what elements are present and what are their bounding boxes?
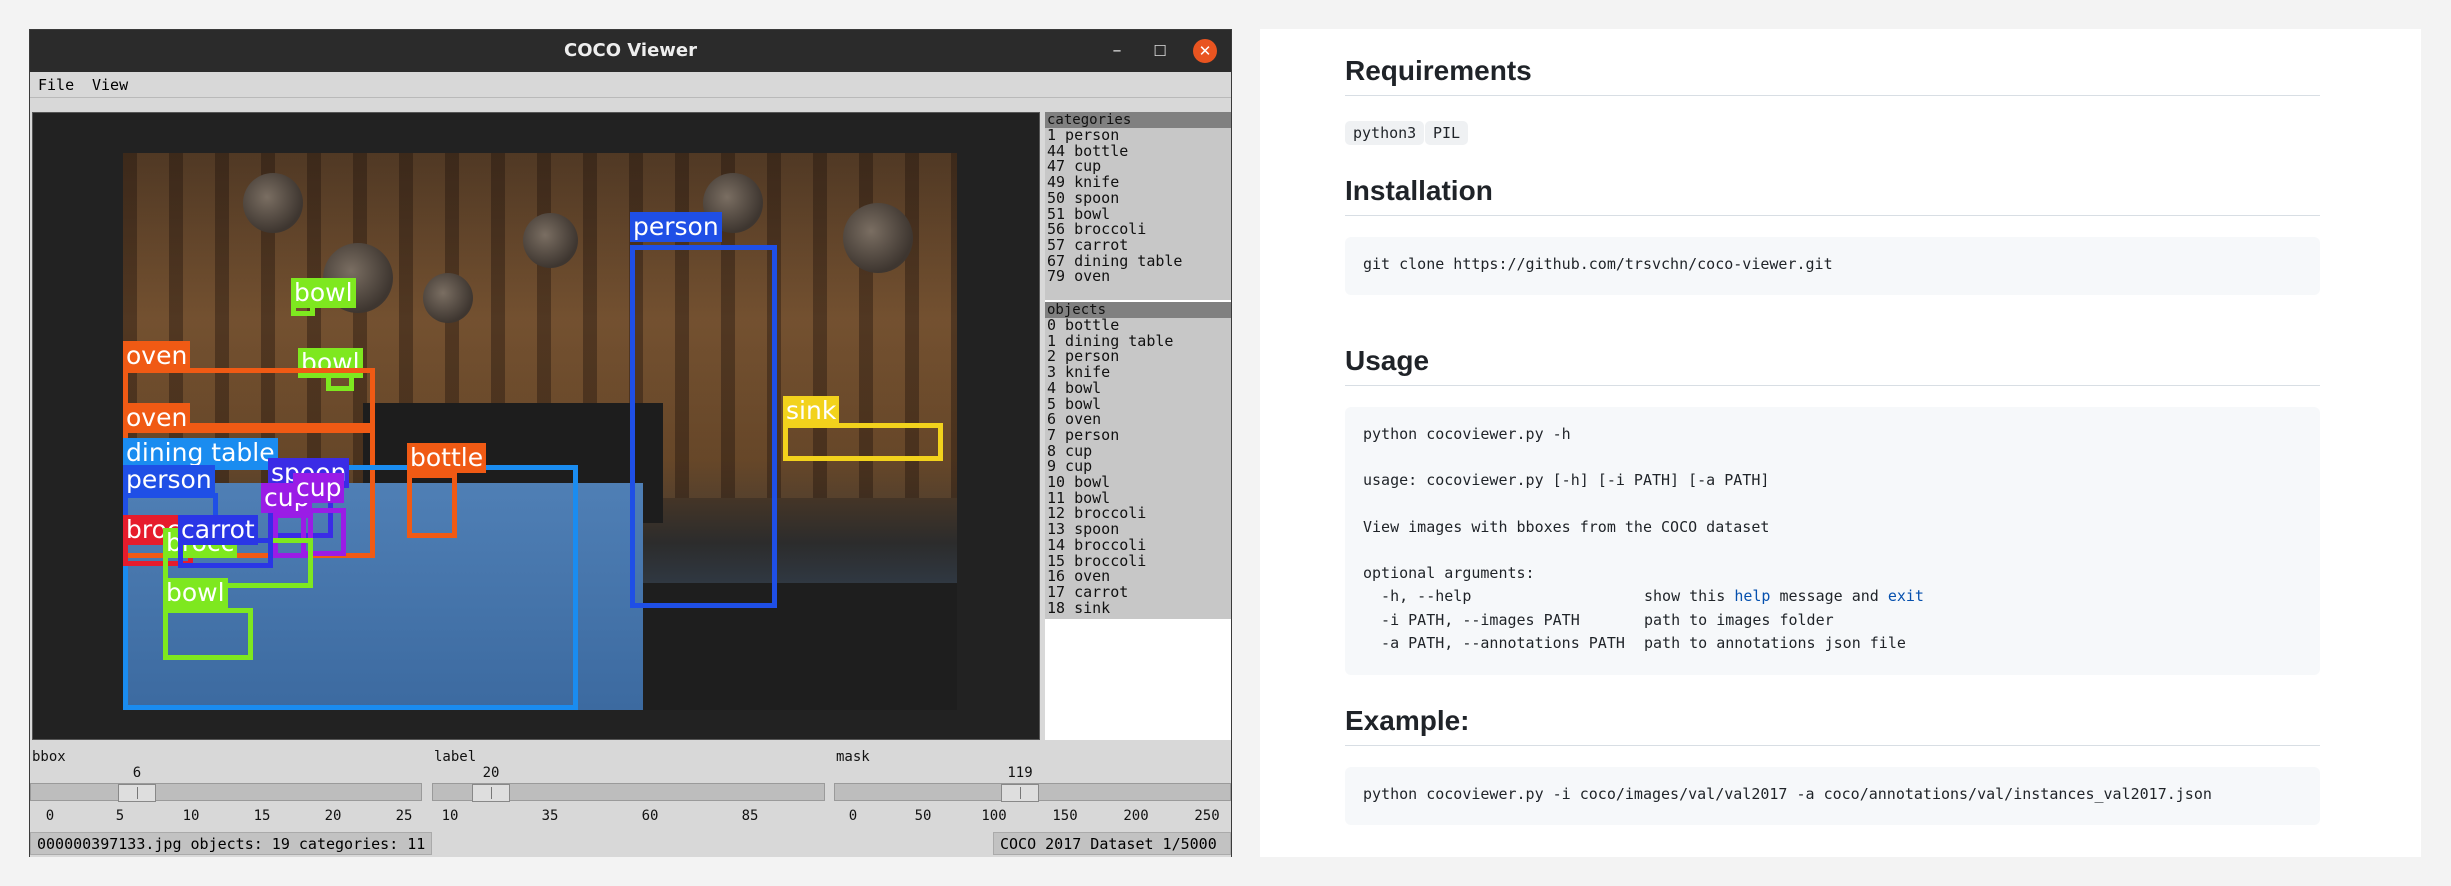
mask-slider-group: mask 119 0 50 100 150 200 250 bbox=[834, 746, 1231, 830]
arg-desc: show this bbox=[1644, 587, 1735, 606]
bbox-label: person bbox=[630, 212, 722, 242]
readme-panel: Requirements python3 PIL Installation gi… bbox=[1260, 29, 2421, 857]
close-icon[interactable]: ✕ bbox=[1193, 39, 1217, 63]
slider-tick: 250 bbox=[1194, 808, 1220, 824]
arg-flag: -h, --help bbox=[1363, 587, 1472, 606]
bbox-label: bottle bbox=[407, 443, 487, 473]
bbox-label: sink bbox=[783, 396, 840, 426]
slider-value: 6 bbox=[132, 765, 142, 781]
usage-arg-images: -i PATH, --images PATH path to images fol… bbox=[1363, 609, 2302, 632]
bbox-person[interactable] bbox=[630, 245, 777, 608]
slider-tick: 20 bbox=[324, 808, 342, 824]
usage-code-block[interactable]: python cocoviewer.py -h usage: cocoviewer… bbox=[1345, 407, 2320, 675]
photo-pan bbox=[243, 173, 303, 233]
slider-tick: 100 bbox=[981, 808, 1007, 824]
bbox-label: oven bbox=[123, 403, 191, 433]
slider-panel: bbox 6 0 5 10 15 20 25 label 20 10 35 60… bbox=[30, 746, 1231, 830]
slider-value: 119 bbox=[1007, 765, 1033, 781]
bbox-slider-group: bbox 6 0 5 10 15 20 25 bbox=[30, 746, 422, 830]
bbox-label: bowl bbox=[163, 578, 228, 608]
slider-tick: 50 bbox=[914, 808, 932, 824]
bbox-slider-track[interactable] bbox=[30, 783, 422, 801]
slider-tick: 0 bbox=[848, 808, 858, 824]
window-title: COCO Viewer bbox=[564, 40, 697, 61]
example-heading: Example: bbox=[1345, 705, 2320, 746]
usage-arg-help: -h, --help show this help message and exi… bbox=[1363, 585, 2302, 608]
usage-line: View images with bboxes from the COCO da… bbox=[1363, 517, 1770, 536]
menu-bar: File View bbox=[30, 72, 1231, 98]
arg-desc: path to images folder bbox=[1644, 610, 1834, 629]
photo-pan bbox=[523, 213, 578, 268]
arg-desc-keyword: help bbox=[1734, 587, 1771, 606]
coco-viewer-window: COCO Viewer – ☐ ✕ File View person bowl bbox=[29, 29, 1232, 857]
requirement-chip: python3 bbox=[1345, 121, 1425, 145]
bbox-bowl[interactable] bbox=[163, 608, 253, 660]
slider-tick: 150 bbox=[1052, 808, 1078, 824]
categories-list[interactable]: 1 person 44 bottle 47 cup 49 knife 50 spoon 5… bbox=[1045, 127, 1231, 300]
usage-line: optional arguments: bbox=[1363, 564, 1535, 583]
objects-list[interactable]: 0 bottle 1 dining table 2 person 3 knife 4 b… bbox=[1045, 317, 1231, 619]
bbox-label: bowl bbox=[291, 278, 356, 308]
menu-view[interactable]: View bbox=[92, 76, 128, 94]
slider-name: bbox bbox=[32, 749, 66, 765]
image-canvas[interactable]: person bowl bowl oven oven sink dining t… bbox=[32, 112, 1040, 740]
slider-tick: 15 bbox=[253, 808, 271, 824]
slider-tick: 35 bbox=[541, 808, 559, 824]
usage-blank bbox=[1363, 446, 2302, 469]
arg-desc-keyword: exit bbox=[1887, 587, 1924, 606]
example-code-block[interactable]: python cocoviewer.py -i coco/images/val/… bbox=[1345, 767, 2320, 825]
install-code-block[interactable]: git clone https://github.com/trsvchn/coc… bbox=[1345, 237, 2320, 295]
install-command: git clone https://github.com/trsvchn/coc… bbox=[1363, 255, 1833, 273]
slider-tick: 200 bbox=[1123, 808, 1149, 824]
maximize-icon[interactable]: ☐ bbox=[1148, 39, 1172, 63]
slider-name: mask bbox=[836, 749, 870, 765]
slider-tick: 60 bbox=[641, 808, 659, 824]
usage-blank bbox=[1363, 493, 2302, 516]
bbox-slider-thumb[interactable] bbox=[118, 784, 156, 802]
bbox-label: cup bbox=[293, 473, 345, 503]
status-dataset-info: COCO 2017 Dataset 1/5000 bbox=[993, 832, 1231, 855]
bbox-label: oven bbox=[123, 341, 191, 371]
slider-tick: 10 bbox=[182, 808, 200, 824]
requirement-chip: PIL bbox=[1425, 121, 1469, 145]
label-slider-group: label 20 10 35 60 85 bbox=[432, 746, 825, 830]
bbox-label: dining table bbox=[123, 438, 278, 468]
requirements-heading: Requirements bbox=[1345, 55, 2320, 96]
status-bar: 000000397133.jpg objects: 19 categories:… bbox=[30, 830, 1231, 857]
objects-list-item[interactable]: 18 sink bbox=[1047, 600, 1231, 617]
status-file-info: 000000397133.jpg objects: 19 categories:… bbox=[30, 832, 433, 855]
title-bar: COCO Viewer – ☐ ✕ bbox=[30, 30, 1231, 72]
usage-heading: Usage bbox=[1345, 345, 2320, 386]
photo-pan bbox=[843, 203, 913, 273]
usage-line: usage: cocoviewer.py [-h] [-i PATH] [-a … bbox=[1363, 471, 1770, 490]
menu-file[interactable]: File bbox=[38, 76, 74, 94]
photo-pan bbox=[423, 273, 473, 323]
usage-line: python cocoviewer.py -h bbox=[1363, 425, 1571, 443]
slider-value: 20 bbox=[482, 765, 500, 781]
arg-desc: path to annotations json file bbox=[1644, 633, 1906, 652]
usage-arg-annotations: -a PATH, --annotations PATH path to annot… bbox=[1363, 632, 2302, 655]
mask-slider-thumb[interactable] bbox=[1001, 784, 1039, 802]
minimize-icon[interactable]: – bbox=[1105, 39, 1129, 63]
bbox-label: person bbox=[123, 465, 215, 495]
installation-heading: Installation bbox=[1345, 175, 2320, 216]
bbox-label: carrot bbox=[178, 515, 258, 545]
slider-tick: 25 bbox=[395, 808, 413, 824]
arg-desc: message and bbox=[1770, 587, 1888, 606]
bbox-bottle[interactable] bbox=[407, 473, 457, 538]
slider-name: label bbox=[434, 749, 477, 765]
slider-tick: 10 bbox=[441, 808, 459, 824]
categories-list-item[interactable]: 79 oven bbox=[1047, 269, 1231, 285]
side-panel: categories 1 person 44 bottle 47 cup 49 kni… bbox=[1045, 112, 1231, 740]
example-command: python cocoviewer.py -i coco/images/val/… bbox=[1363, 785, 2212, 803]
slider-tick: 85 bbox=[741, 808, 759, 824]
bbox-sink[interactable] bbox=[783, 423, 943, 461]
slider-tick: 5 bbox=[115, 808, 125, 824]
kitchen-photo: person bowl bowl oven oven sink dining t… bbox=[123, 153, 957, 710]
slider-tick: 0 bbox=[45, 808, 55, 824]
label-slider-thumb[interactable] bbox=[472, 784, 510, 802]
usage-blank bbox=[1363, 539, 2302, 562]
arg-flag: -a PATH, --annotations PATH bbox=[1363, 633, 1625, 652]
arg-flag: -i PATH, --images PATH bbox=[1363, 610, 1580, 629]
